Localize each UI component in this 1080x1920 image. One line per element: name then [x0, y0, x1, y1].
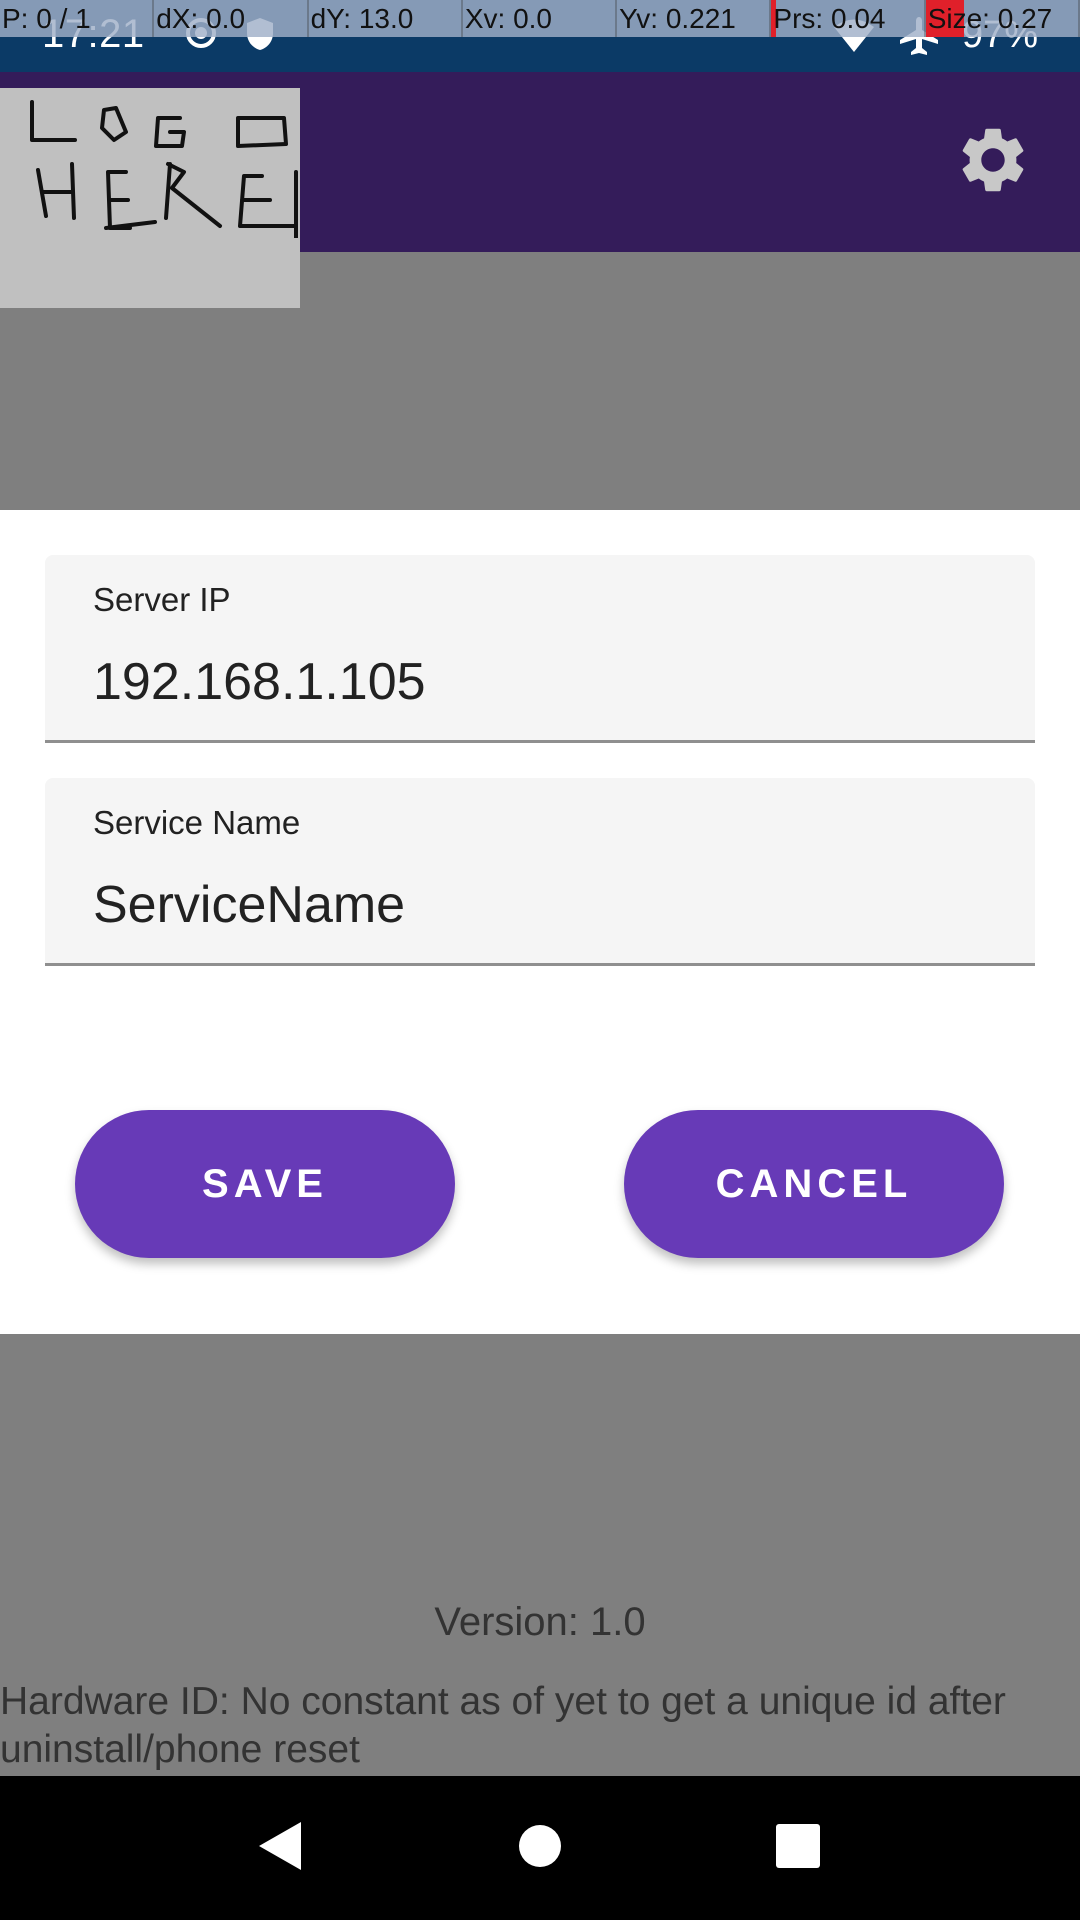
navigation-bar	[0, 1776, 1080, 1920]
app-bar	[0, 72, 1080, 308]
service-name-input[interactable]	[93, 870, 993, 940]
server-ip-label: Server IP	[93, 581, 231, 618]
debug-pointer: P: 0 / 1	[0, 0, 155, 37]
debug-xv: Xv: 0.0	[463, 0, 618, 37]
status-bar: 17:21 97% P: 0 / 1 dX: 0.0 dY: 13.0 Xv: …	[0, 0, 1080, 72]
back-button[interactable]	[230, 1802, 330, 1894]
home-button[interactable]	[490, 1802, 590, 1894]
hardware-id-line-2: uninstall/phone reset	[0, 1728, 360, 1771]
debug-prs: Prs: 0.04	[771, 0, 926, 37]
save-button[interactable]: SAVE	[75, 1110, 455, 1258]
logo	[0, 88, 300, 308]
pointer-location-overlay: P: 0 / 1 dX: 0.0 dY: 13.0 Xv: 0.0 Yv: 0.…	[0, 0, 1080, 37]
debug-yv: Yv: 0.221	[617, 0, 772, 37]
recents-button[interactable]	[748, 1802, 848, 1894]
home-icon	[518, 1824, 562, 1873]
hardware-id-line-1: Hardware ID: No constant as of yet to ge…	[0, 1680, 1006, 1723]
recents-icon	[775, 1823, 821, 1874]
hardware-id-text: Hardware ID: No constant as of yet to ge…	[0, 1678, 1080, 1774]
debug-dx: dX: 0.0	[154, 0, 309, 37]
version-text: Version: 1.0	[434, 1600, 646, 1644]
server-ip-input[interactable]	[93, 647, 993, 717]
settings-button[interactable]	[952, 120, 1034, 202]
gear-icon	[954, 121, 1032, 202]
server-settings-dialog: Server IP Service Name SAVE CANCEL	[0, 510, 1080, 1334]
server-ip-field[interactable]: Server IP	[45, 555, 1035, 743]
back-icon	[255, 1820, 305, 1877]
debug-size: Size: 0.27	[925, 0, 1080, 37]
debug-dy: dY: 13.0	[309, 0, 463, 37]
cancel-button[interactable]: CANCEL	[624, 1110, 1004, 1258]
service-name-label: Service Name	[93, 804, 301, 841]
service-name-field[interactable]: Service Name	[45, 778, 1035, 966]
